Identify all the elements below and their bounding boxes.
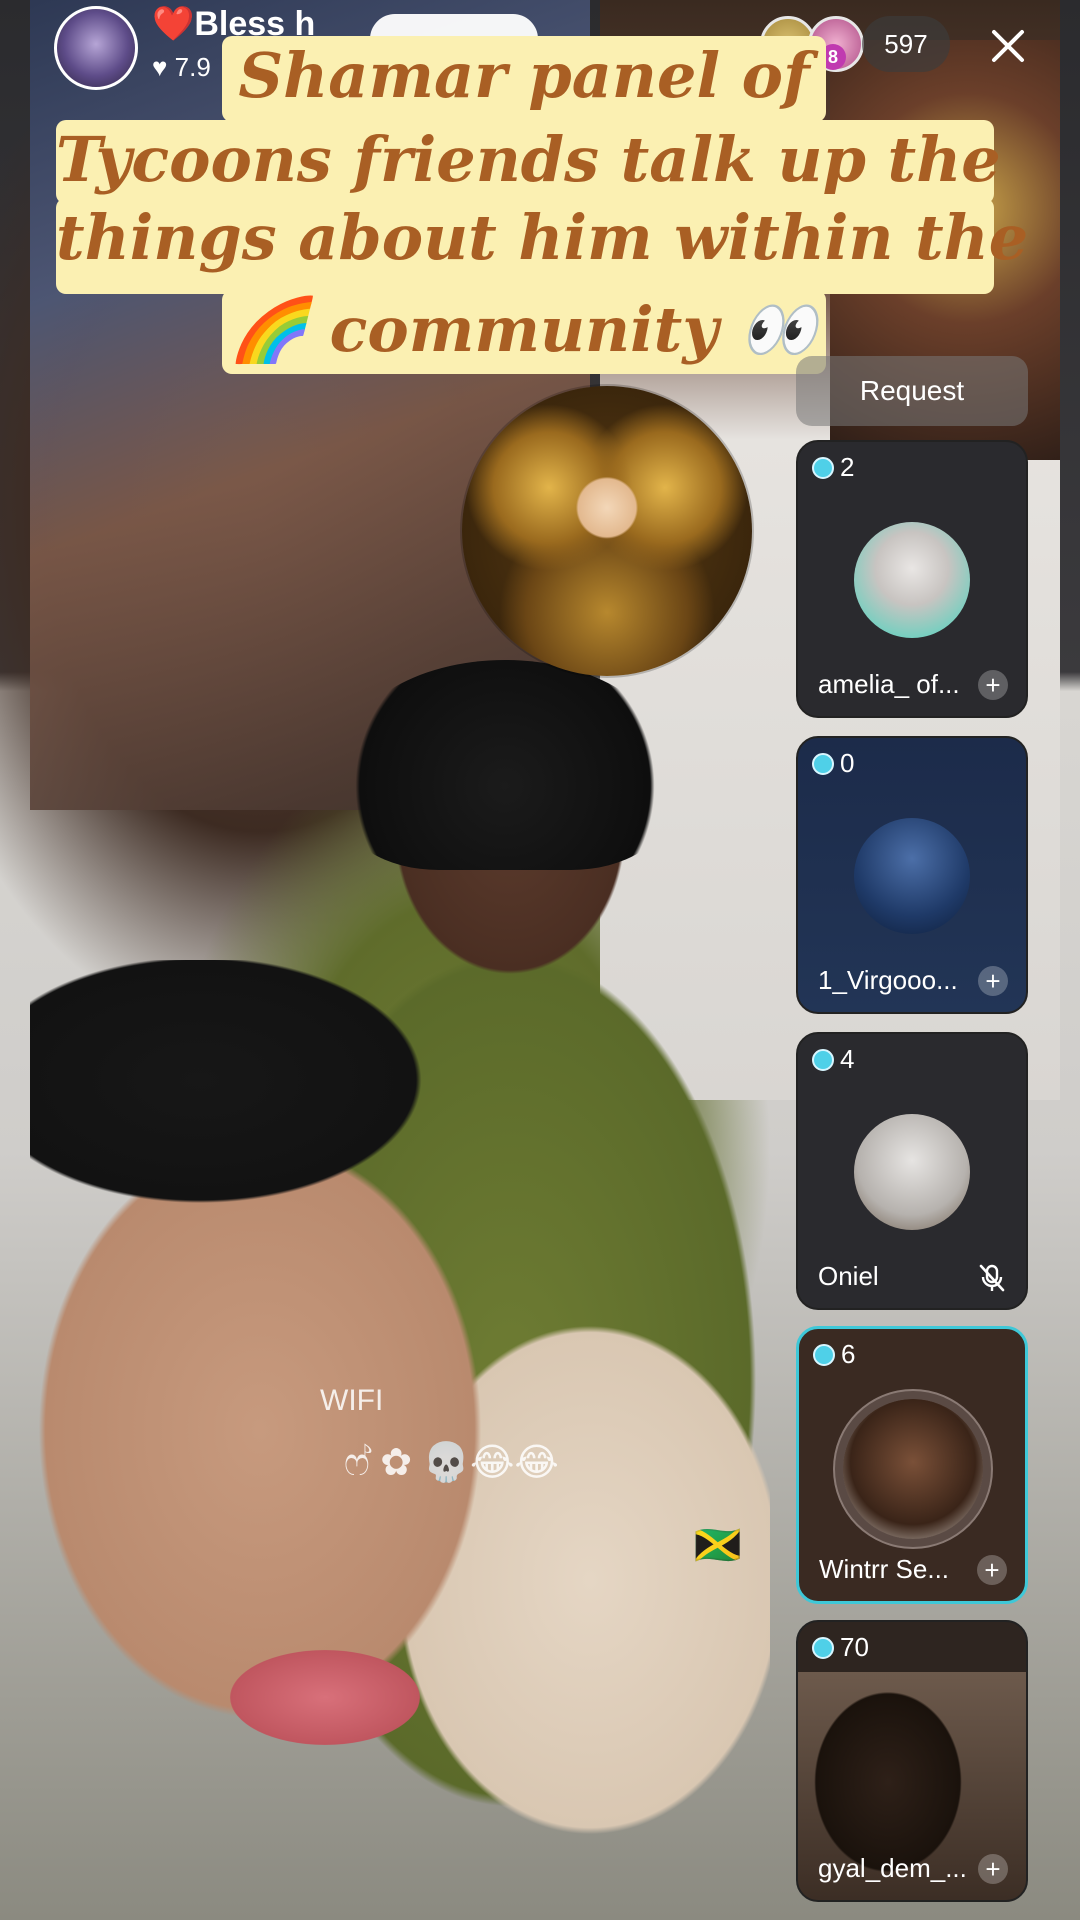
- guest-avatar: [854, 1114, 970, 1230]
- guest-name: Wintrr Se...: [819, 1554, 950, 1584]
- guest-name: gyal_dem_...: [818, 1853, 967, 1883]
- guest-gift-count: 4: [812, 1044, 854, 1075]
- request-button[interactable]: Request: [796, 356, 1028, 426]
- foreground-lips: [230, 1650, 420, 1745]
- stream-emoji-text: ෆ් ✿ 💀😂😂: [344, 1442, 559, 1484]
- guest-gift-count: 70: [812, 1632, 869, 1663]
- guest-count-value: 0: [840, 748, 855, 778]
- guest-gift-count: 0: [812, 748, 854, 779]
- add-guest-button[interactable]: +: [977, 1555, 1007, 1585]
- heart-outline-icon: ♥: [152, 52, 168, 82]
- streamer-hair: [340, 660, 670, 870]
- host-likes: ♥ 7.9: [152, 52, 211, 83]
- guest-name: amelia_ of...: [818, 669, 960, 699]
- guest-count-value: 2: [840, 452, 855, 482]
- guest-tile[interactable]: 4 Oniel: [796, 1032, 1028, 1310]
- caption-line-2: Tycoons friends talk up the: [56, 120, 1001, 204]
- guest-avatar: [843, 1399, 983, 1539]
- guest-gift-count: 6: [813, 1339, 855, 1370]
- add-guest-button[interactable]: +: [978, 670, 1008, 700]
- guest-tile[interactable]: 70 gyal_dem_... +: [796, 1620, 1028, 1902]
- viewer-count[interactable]: 597: [862, 16, 950, 72]
- caption-line-1: Shamar panel of: [222, 36, 826, 122]
- guest-avatar: [854, 818, 970, 934]
- speaker-avatar[interactable]: [462, 386, 752, 676]
- guest-tile[interactable]: 2 amelia_ of... +: [796, 440, 1028, 718]
- guest-count-value: 6: [841, 1339, 856, 1369]
- guest-tile[interactable]: 0 1_Virgooo... +: [796, 736, 1028, 1014]
- stream-wifi-text: WIFI: [320, 1384, 384, 1417]
- guest-tile-active[interactable]: 6 Wintrr Se... +: [796, 1326, 1028, 1604]
- caption-line-4: 🌈 community 👀: [222, 290, 826, 374]
- guest-name: 1_Virgooo...: [818, 965, 958, 995]
- close-button[interactable]: [980, 18, 1036, 74]
- guest-count-value: 4: [840, 1044, 855, 1074]
- guest-count-value: 70: [840, 1632, 869, 1662]
- close-icon: [992, 30, 1024, 62]
- host-avatar[interactable]: [54, 6, 138, 90]
- gem-icon: [812, 1048, 834, 1071]
- gem-icon: [812, 456, 834, 479]
- heart-icon: ❤️: [152, 5, 195, 43]
- add-guest-button[interactable]: +: [978, 1854, 1008, 1884]
- gem-icon: [812, 1636, 834, 1659]
- gem-icon: [813, 1343, 835, 1366]
- stream-flag: 🇯🇲: [694, 1525, 742, 1567]
- mic-muted-icon[interactable]: [976, 1262, 1008, 1294]
- add-guest-button[interactable]: +: [978, 966, 1008, 996]
- guest-avatar: [854, 522, 970, 638]
- host-likes-value: 7.9: [174, 52, 211, 82]
- guest-gift-count: 2: [812, 452, 854, 483]
- guest-name: Oniel: [818, 1261, 879, 1291]
- caption-line-3: things about him within the: [56, 198, 1028, 294]
- gem-icon: [812, 752, 834, 775]
